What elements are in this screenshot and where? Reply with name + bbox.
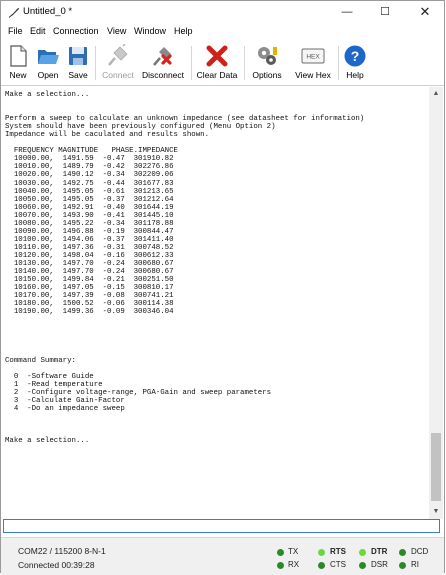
hex-icon-text: HEX [306, 54, 320, 61]
rx-led-icon [277, 562, 284, 569]
connect-button[interactable]: Connect [99, 42, 137, 82]
tx-label: TX [288, 547, 299, 556]
close-button[interactable]: ✕ [406, 1, 444, 23]
dtr-led-icon [359, 549, 366, 556]
new-label: New [9, 70, 27, 80]
save-label: Save [68, 70, 88, 80]
disconnect-button[interactable]: Disconnect [140, 42, 186, 82]
toolbar-separator [191, 46, 192, 80]
menu-connection[interactable]: Connection [53, 26, 99, 36]
ri-led-icon [399, 562, 406, 569]
folder-icon [38, 50, 59, 64]
minimize-button[interactable]: — [328, 1, 366, 23]
help-button[interactable]: ? Help [342, 42, 368, 82]
send-input[interactable] [3, 519, 440, 533]
cts-led-icon [318, 562, 325, 569]
view-hex-button[interactable]: HEX View Hex [292, 42, 334, 82]
tx-led-icon [277, 549, 284, 556]
menu-bar: File Edit Connection View Window Help [1, 23, 444, 40]
window-title: Untitled_0 * [23, 6, 73, 17]
plug-connect-icon [108, 44, 128, 66]
new-document-icon [10, 45, 27, 67]
toolbar-separator [244, 46, 245, 80]
status-bar: COM22 / 115200 8-N-1 Connected 00:39:28 … [1, 537, 444, 575]
rts-label: RTS [330, 547, 346, 556]
help-label: Help [346, 70, 364, 80]
help-question-icon: ? [344, 45, 366, 67]
clear-data-label: Clear Data [196, 70, 238, 80]
rts-led-icon [318, 549, 325, 556]
title-bar: Untitled_0 * — ☐ ✕ [1, 1, 444, 23]
view-hex-label: View Hex [295, 70, 331, 80]
toolbar: New Open Save Connect Disconnect Clear D… [1, 40, 444, 86]
dcd-label: DCD [411, 547, 429, 556]
dsr-label: DSR [371, 560, 388, 569]
port-settings-text: COM22 / 115200 8-N-1 [18, 546, 106, 556]
save-button[interactable]: Save [64, 42, 92, 82]
svg-text:?: ? [351, 48, 360, 64]
menu-help[interactable]: Help [174, 26, 193, 36]
connection-time-text: Connected 00:39:28 [18, 560, 95, 570]
clear-data-button[interactable]: Clear Data [195, 42, 239, 82]
scrollbar-thumb[interactable] [431, 433, 441, 501]
menu-file[interactable]: File [8, 26, 23, 36]
dcd-led-icon [399, 549, 406, 556]
scroll-up-arrow-icon[interactable]: ▲ [429, 87, 443, 101]
hex-view-icon: HEX [301, 48, 325, 64]
toolbar-separator [95, 46, 96, 80]
vertical-scrollbar[interactable]: ▲ ▼ [429, 87, 443, 519]
options-button[interactable]: Options [248, 42, 286, 82]
open-label: Open [37, 70, 59, 80]
plug-disconnect-icon [153, 47, 172, 66]
disconnect-label: Disconnect [141, 70, 185, 80]
dtr-label: DTR [371, 547, 388, 556]
feather-icon [8, 8, 19, 18]
menu-edit[interactable]: Edit [30, 26, 46, 36]
gears-options-icon [258, 47, 277, 65]
app-window: Untitled_0 * — ☐ ✕ File Edit Connection … [0, 0, 445, 575]
terminal-text: Make a selection... Perform a sweep to c… [5, 91, 365, 446]
dsr-led-icon [359, 562, 366, 569]
open-button[interactable]: Open [34, 42, 62, 82]
floppy-disk-icon [69, 47, 87, 65]
toolbar-separator [338, 46, 339, 80]
maximize-button[interactable]: ☐ [366, 1, 404, 23]
options-label: Options [252, 70, 282, 80]
cts-label: CTS [330, 560, 346, 569]
menu-view[interactable]: View [107, 26, 126, 36]
terminal-output[interactable]: Make a selection... Perform a sweep to c… [3, 87, 428, 515]
rx-label: RX [288, 560, 300, 569]
new-button[interactable]: New [4, 42, 32, 82]
red-x-clear-icon [206, 45, 228, 67]
scroll-down-arrow-icon[interactable]: ▼ [429, 505, 443, 519]
menu-window[interactable]: Window [134, 26, 166, 36]
ri-label: RI [411, 560, 419, 569]
connect-label: Connect [102, 70, 134, 80]
